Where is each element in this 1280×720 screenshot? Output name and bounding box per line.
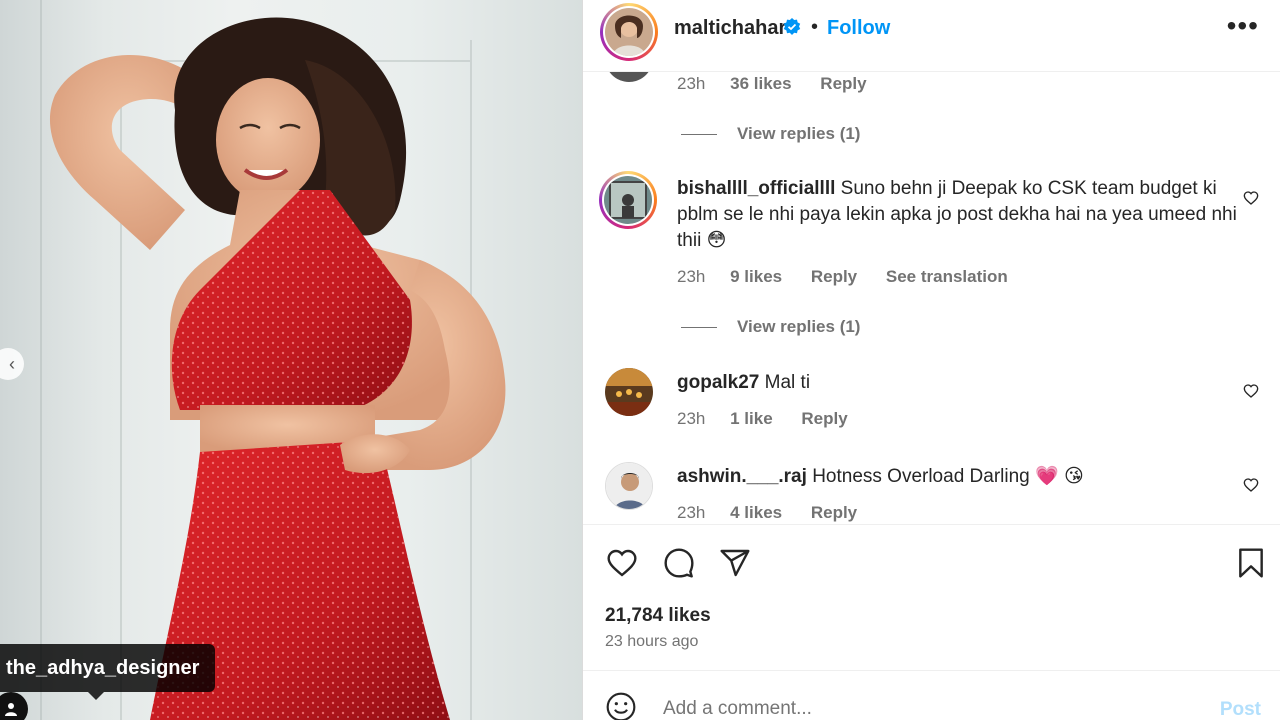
view-replies-button[interactable]: View replies (1) xyxy=(681,124,860,144)
comment-avatar[interactable] xyxy=(599,171,657,229)
heart-icon[interactable] xyxy=(1243,383,1259,399)
post-details-panel: maltichahar • Follow ••• 23h 36 likes Re… xyxy=(582,0,1280,720)
comment-username[interactable]: ashwin.___.raj xyxy=(677,466,807,487)
comment-meta: 23h 4 likes Reply xyxy=(677,503,881,523)
add-comment-bar: Post xyxy=(583,670,1280,720)
comments-list[interactable]: 23h 36 likes Reply View replies (1) bish… xyxy=(583,72,1280,524)
post-comment-button[interactable]: Post xyxy=(1220,699,1261,720)
comment-body: Mal ti xyxy=(764,372,811,393)
comment-likes[interactable]: 9 likes xyxy=(730,267,782,286)
author-avatar[interactable] xyxy=(600,3,658,61)
heart-icon[interactable] xyxy=(1243,190,1259,206)
comment-avatar[interactable] xyxy=(605,462,653,510)
view-replies-label: View replies (1) xyxy=(737,317,861,336)
likes-count[interactable]: 21,784 likes xyxy=(605,605,711,627)
reply-button[interactable]: Reply xyxy=(811,267,857,286)
comment-body: Hotness Overload Darling 💗 😘 xyxy=(812,466,1084,487)
comment-avatar[interactable] xyxy=(605,72,653,82)
comment-time: 23h xyxy=(677,267,706,286)
comment-input[interactable] xyxy=(663,698,1203,720)
comment-meta: 23h 1 like Reply xyxy=(677,409,872,429)
more-icon[interactable]: ••• xyxy=(1227,12,1259,40)
separator-dot: • xyxy=(811,16,819,38)
comment-text: gopalk27 Mal ti xyxy=(677,370,1237,396)
reply-button[interactable]: Reply xyxy=(811,503,857,522)
author-username[interactable]: maltichahar xyxy=(674,17,786,40)
follow-button[interactable]: Follow xyxy=(827,17,890,40)
product-tag[interactable]: the_adhya_designer xyxy=(0,644,216,700)
see-translation-button[interactable]: See translation xyxy=(886,267,1008,286)
comment-likes[interactable]: 4 likes xyxy=(730,503,782,522)
divider-line xyxy=(681,133,717,135)
view-replies-label: View replies (1) xyxy=(737,124,861,143)
tag-label: the_adhya_designer xyxy=(6,656,200,679)
post-header: maltichahar • Follow ••• xyxy=(583,0,1280,72)
divider-line xyxy=(681,326,717,328)
smile-icon[interactable] xyxy=(605,691,637,720)
comment-avatar[interactable] xyxy=(605,368,653,416)
heart-icon[interactable] xyxy=(605,547,639,579)
share-icon[interactable] xyxy=(719,547,751,579)
post-actions: 21,784 likes 23 hours ago xyxy=(583,524,1280,650)
comment-username[interactable]: bishallll_officiallll xyxy=(677,178,835,199)
comment-meta: 23h 36 likes Reply xyxy=(677,74,891,94)
comment-likes[interactable]: 1 like xyxy=(730,409,773,428)
chevron-left-icon: ‹ xyxy=(9,353,15,374)
comment-username[interactable]: gopalk27 xyxy=(677,372,759,393)
woman-in-red-dress-illustration xyxy=(49,17,506,720)
comment-time: 23h xyxy=(677,503,706,522)
comment-time: 23h xyxy=(677,409,706,428)
comment-meta: 23h 9 likes Reply See translation xyxy=(677,267,1032,287)
view-replies-button[interactable]: View replies (1) xyxy=(681,317,860,337)
bookmark-icon[interactable] xyxy=(1237,547,1265,579)
reply-button[interactable]: Reply xyxy=(820,74,866,93)
reply-button[interactable]: Reply xyxy=(801,409,847,428)
heart-icon[interactable] xyxy=(1243,477,1259,493)
post-timestamp: 23 hours ago xyxy=(605,633,699,650)
comment-text: ashwin.___.raj Hotness Overload Darling … xyxy=(677,464,1237,490)
comment-likes[interactable]: 36 likes xyxy=(730,74,791,93)
comment-time: 23h xyxy=(677,74,706,93)
post-photo[interactable]: ‹ the_adhya_designer xyxy=(0,0,582,720)
verified-icon xyxy=(783,18,801,41)
comment-icon[interactable] xyxy=(662,547,696,579)
comment-text: bishallll_officiallll Suno behn ji Deepa… xyxy=(677,176,1237,254)
